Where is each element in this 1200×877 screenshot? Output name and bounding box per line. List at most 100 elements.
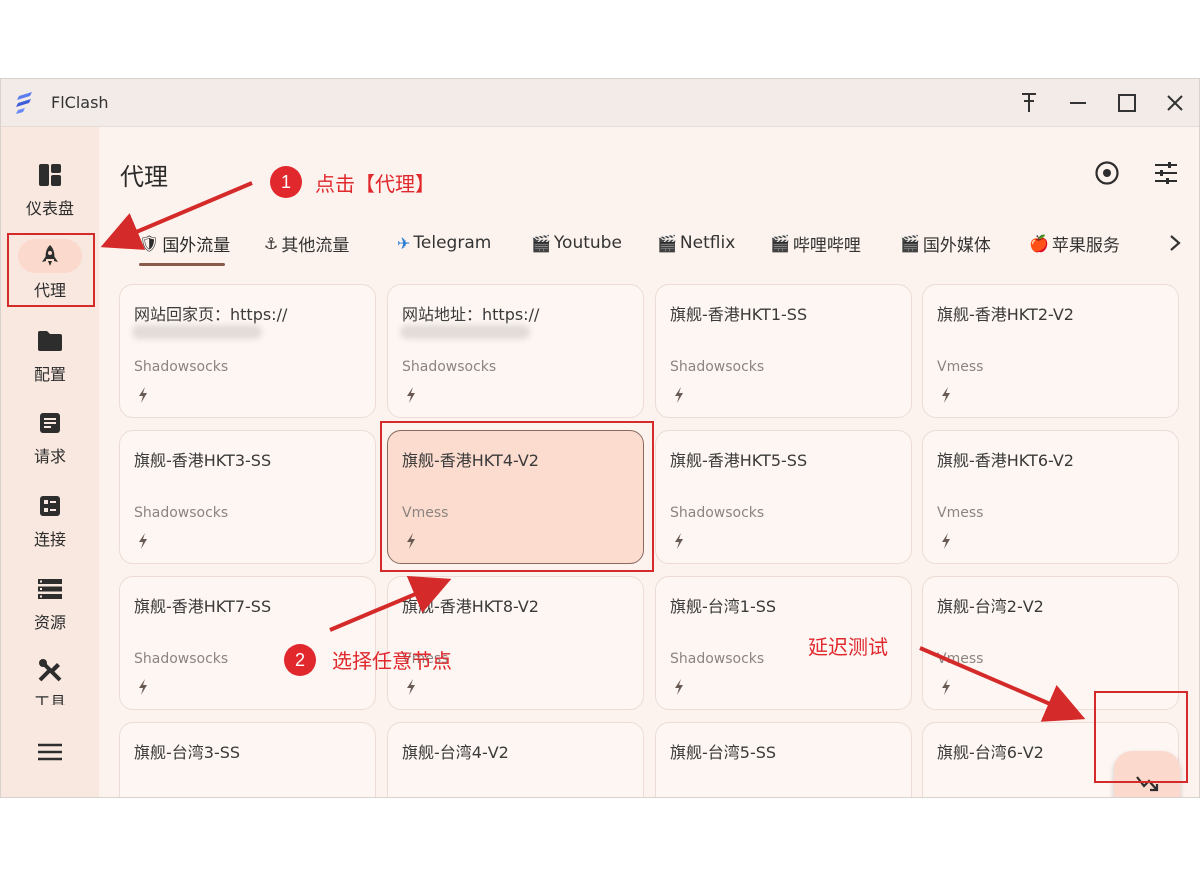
proxy-card[interactable]: 网站地址：https:// Shadowsocks <box>387 284 644 418</box>
tune-icon[interactable] <box>1150 157 1182 189</box>
sidebar-item-connections[interactable]: 连接 <box>1 480 99 556</box>
proxy-card[interactable]: 网站回家页：https:// Shadowsocks <box>119 284 376 418</box>
lightning-icon[interactable] <box>404 678 418 696</box>
proxy-type: Shadowsocks <box>670 359 765 375</box>
sidebar-item-label: 配置 <box>33 365 66 384</box>
redacted-url <box>132 325 262 339</box>
pin-icon[interactable] <box>1013 87 1045 119</box>
proxy-card[interactable]: 旗舰-香港HKT5-SS Shadowsocks <box>655 430 912 564</box>
step1-marker: 1 <box>270 166 302 198</box>
proxy-group-tabs: 🛡 国外流量 ⚓ 其他流量 ✈ Telegram 🎬 Youtube 🎬 Net… <box>121 221 1199 265</box>
lightning-icon[interactable] <box>404 386 418 404</box>
clapperboard-icon: 🎬 <box>657 233 677 253</box>
tab-foreign-media[interactable]: 🎬 国外媒体 <box>900 221 991 265</box>
tab-overseas-traffic[interactable]: 🛡 国外流量 <box>139 221 230 265</box>
lightning-icon[interactable] <box>672 678 686 696</box>
shield-icon: 🛡 <box>139 233 160 253</box>
lightning-icon[interactable] <box>672 532 686 550</box>
proxy-card[interactable]: 旗舰-香港HKT1-SS Shadowsocks <box>655 284 912 418</box>
tab-label: Netflix <box>679 233 736 253</box>
tab-label: Telegram <box>413 233 492 253</box>
tab-netflix[interactable]: 🎬 Netflix <box>657 221 735 265</box>
proxy-card[interactable]: 旗舰-香港HKT8-V2 Vmess <box>387 576 644 710</box>
proxy-type: Shadowsocks <box>402 359 497 375</box>
tab-bilibili[interactable]: 🎬 哔哩哔哩 <box>770 221 861 265</box>
title-bar: FlClash <box>1 79 1199 127</box>
tab-youtube[interactable]: 🎬 Youtube <box>531 221 622 265</box>
sidebar-item-label: 连接 <box>33 530 66 549</box>
tools-icon <box>36 657 64 683</box>
resources-icon <box>36 575 64 603</box>
close-icon[interactable] <box>1159 87 1191 119</box>
page-title: 代理 <box>120 163 168 191</box>
proxy-name: 旗舰-香港HKT3-SS <box>134 451 272 470</box>
maximize-icon[interactable] <box>1111 87 1143 119</box>
proxy-name: 旗舰-台湾3-SS <box>134 743 241 762</box>
request-icon <box>36 409 64 437</box>
sidebar-item-requests[interactable]: 请求 <box>1 397 99 473</box>
folder-icon <box>36 327 64 355</box>
sidebar-item-label: 资源 <box>33 613 66 632</box>
clapperboard-icon: 🎬 <box>900 233 920 253</box>
latency-test-annotation: 延迟测试 <box>808 635 888 659</box>
lightning-icon[interactable] <box>939 386 953 404</box>
connection-icon <box>36 492 64 520</box>
redacted-url <box>400 325 530 339</box>
tab-label: 国外流量 <box>162 235 231 256</box>
tab-label: 苹果服务 <box>1051 235 1120 256</box>
proxy-name: 旗舰-香港HKT8-V2 <box>402 597 539 616</box>
lightning-icon[interactable] <box>672 386 686 404</box>
proxy-type: Vmess <box>937 505 984 521</box>
proxy-name: 旗舰-台湾5-SS <box>670 743 777 762</box>
proxy-card[interactable]: 旗舰-台湾5-SS <box>655 722 912 797</box>
proxy-name: 旗舰-台湾6-V2 <box>937 743 1044 762</box>
proxy-name: 旗舰-香港HKT5-SS <box>670 451 808 470</box>
proxy-card[interactable]: 旗舰-香港HKT3-SS Shadowsocks <box>119 430 376 564</box>
proxy-type: Shadowsocks <box>134 651 229 667</box>
chevron-right-icon[interactable] <box>1159 227 1191 259</box>
tab-label: 其他流量 <box>281 235 350 256</box>
lightning-icon[interactable] <box>939 678 953 696</box>
tab-other-traffic[interactable]: ⚓ 其他流量 <box>264 221 349 265</box>
sidebar-item-label: 工具 <box>33 693 66 705</box>
sidebar-item-config[interactable]: 配置 <box>1 315 99 391</box>
active-tab-indicator <box>139 263 225 266</box>
lightning-icon[interactable] <box>136 678 150 696</box>
proxy-name: 旗舰-香港HKT2-V2 <box>937 305 1074 324</box>
proxy-name: 网站地址：https:// <box>402 305 540 324</box>
proxy-card[interactable]: 旗舰-香港HKT7-SS Shadowsocks <box>119 576 376 710</box>
proxy-card[interactable]: 旗舰-香港HKT2-V2 Vmess <box>922 284 1179 418</box>
sidebar-item-label: 请求 <box>33 447 66 466</box>
lightning-icon[interactable] <box>939 532 953 550</box>
proxy-name: 旗舰-台湾2-V2 <box>937 597 1044 616</box>
proxy-card[interactable]: 旗舰-香港HKT6-V2 Vmess <box>922 430 1179 564</box>
tab-telegram[interactable]: ✈ Telegram <box>397 221 491 265</box>
tab-label: 哔哩哔哩 <box>792 235 861 256</box>
step1-text: 点击【代理】 <box>315 172 435 196</box>
proxy-name: 旗舰-台湾1-SS <box>670 597 777 616</box>
dashboard-icon <box>36 161 64 189</box>
target-icon[interactable] <box>1091 157 1123 189</box>
proxy-card[interactable]: 旗舰-台湾2-V2 Vmess <box>922 576 1179 710</box>
annotation-box-selected-node <box>380 421 654 572</box>
clapperboard-icon: 🎬 <box>770 233 790 253</box>
sidebar-item-tools[interactable]: 工具 <box>1 645 99 705</box>
proxy-name: 旗舰-台湾4-V2 <box>402 743 509 762</box>
proxy-type: Shadowsocks <box>134 359 229 375</box>
minimize-icon[interactable] <box>1062 87 1094 119</box>
flclash-logo-icon <box>16 92 32 114</box>
proxy-name: 旗舰-香港HKT7-SS <box>134 597 272 616</box>
lightning-icon[interactable] <box>136 386 150 404</box>
window-title: FlClash <box>51 93 109 112</box>
lightning-icon[interactable] <box>136 532 150 550</box>
proxy-name: 旗舰-香港HKT6-V2 <box>937 451 1074 470</box>
proxy-card[interactable]: 旗舰-台湾4-V2 <box>387 722 644 797</box>
proxy-type: Vmess <box>937 651 984 667</box>
menu-icon[interactable] <box>37 741 63 763</box>
proxy-name: 网站回家页：https:// <box>134 305 288 324</box>
sidebar-item-resources[interactable]: 资源 <box>1 563 99 639</box>
tab-apple-services[interactable]: 🍎 苹果服务 <box>1029 221 1120 265</box>
proxy-card[interactable]: 旗舰-台湾3-SS <box>119 722 376 797</box>
proxy-type: Shadowsocks <box>670 505 765 521</box>
sidebar-item-dashboard[interactable]: 仪表盘 <box>1 149 99 225</box>
